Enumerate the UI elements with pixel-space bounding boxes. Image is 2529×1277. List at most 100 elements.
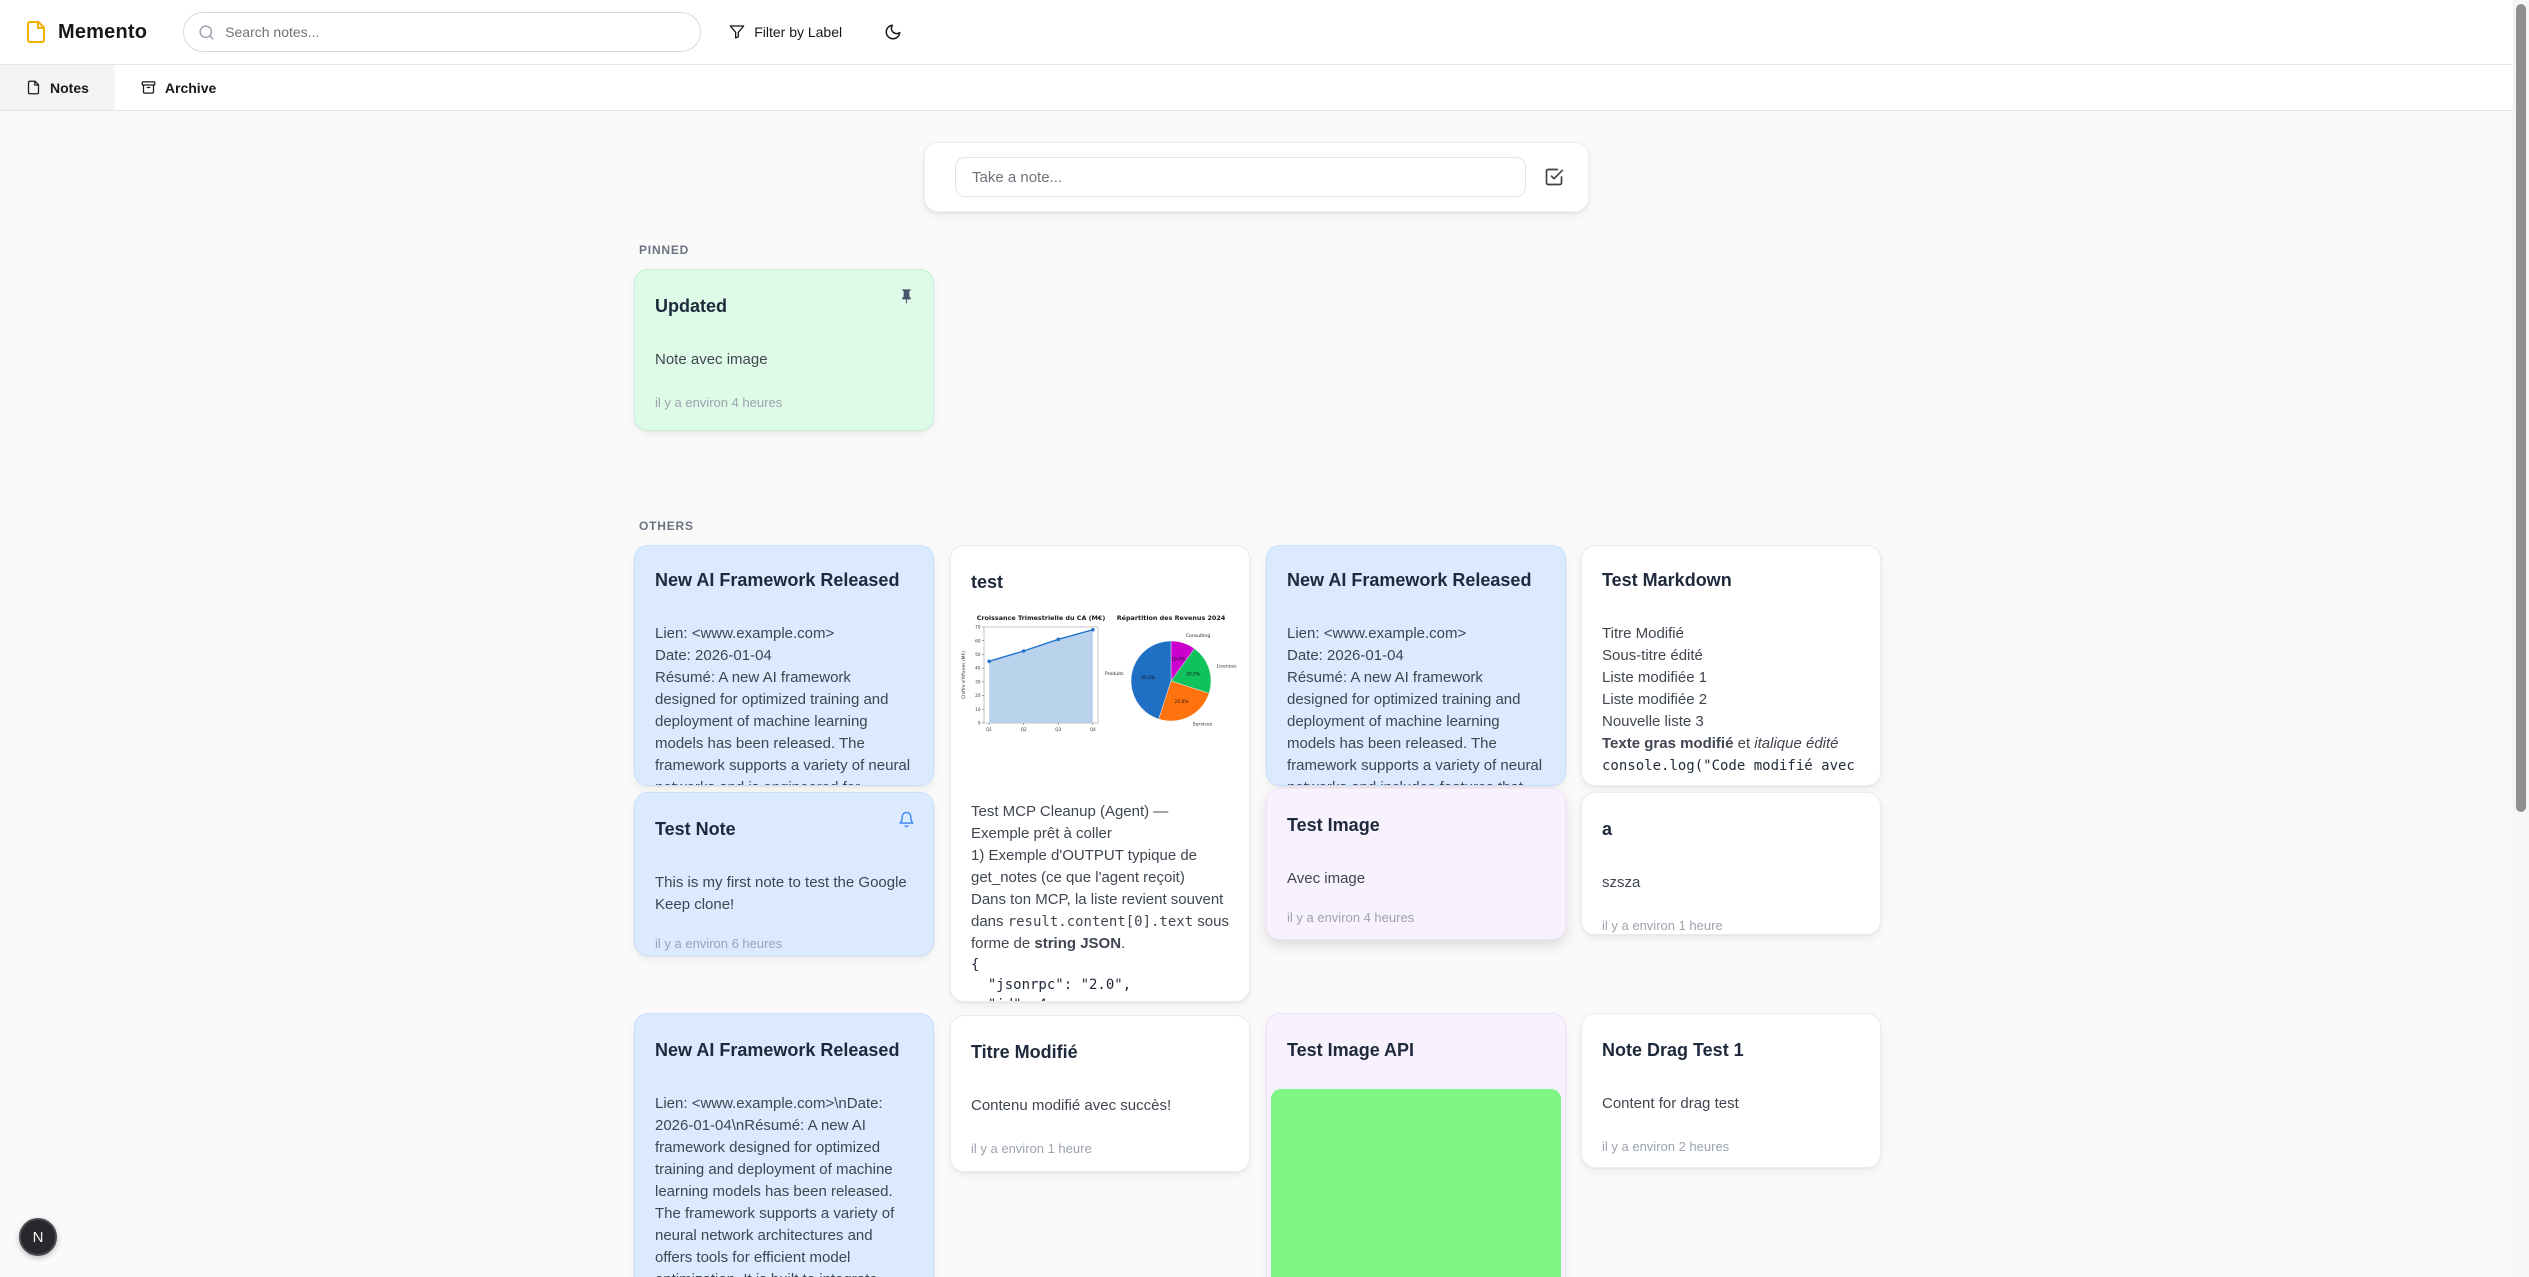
- note-card-test-note[interactable]: Test Note This is my first note to test …: [634, 792, 934, 956]
- note-card-ai-framework-3[interactable]: New AI Framework Released Lien: <www.exa…: [634, 1013, 934, 1277]
- scrollbar-thumb[interactable]: [2516, 4, 2526, 812]
- note-timestamp: il y a environ 6 heures: [655, 936, 913, 951]
- note-title: a: [1602, 817, 1860, 842]
- pinned-section-label: PINNED: [639, 243, 689, 257]
- tab-notes[interactable]: Notes: [0, 65, 115, 110]
- note-body: Contenu modifié avec succès!: [971, 1095, 1229, 1117]
- svg-text:Q1: Q1: [986, 727, 992, 732]
- svg-text:60: 60: [975, 638, 981, 643]
- svg-text:0: 0: [978, 721, 981, 726]
- note-timestamp: il y a environ 4 heures: [655, 395, 913, 410]
- note-paragraph: Dans ton MCP, la liste revient souvent d…: [971, 889, 1229, 955]
- svg-text:Q3: Q3: [1055, 727, 1061, 732]
- tab-archive-label: Archive: [165, 80, 216, 96]
- italic-text: italique édité: [1754, 735, 1838, 752]
- note-title: Note Drag Test 1: [1602, 1038, 1860, 1063]
- note-body: Avec image: [1287, 868, 1545, 890]
- note-line: Titre Modifié: [1602, 623, 1860, 645]
- note-card-ai-framework-2[interactable]: New AI Framework Released Lien: <www.exa…: [1266, 545, 1566, 786]
- svg-text:70: 70: [975, 625, 981, 630]
- note-card-test-image-api[interactable]: Test Image API: [1266, 1013, 1566, 1277]
- memento-file-icon: [24, 20, 48, 44]
- note-card-updated[interactable]: Updated Note avec image il y a environ 4…: [634, 269, 934, 431]
- svg-text:Services: Services: [1193, 721, 1213, 727]
- app-logo: Memento: [24, 20, 147, 44]
- dark-mode-toggle[interactable]: [878, 17, 908, 47]
- search-input[interactable]: [225, 24, 686, 40]
- note-card-note-drag-test-1[interactable]: Note Drag Test 1 Content for drag test i…: [1581, 1013, 1881, 1168]
- avatar-initial: N: [33, 1229, 44, 1246]
- note-title: Test Image API: [1287, 1038, 1545, 1063]
- note-line: Sous-titre édité: [1602, 645, 1860, 667]
- svg-text:30: 30: [975, 679, 981, 684]
- note-title: New AI Framework Released: [655, 1038, 913, 1063]
- note-body: Lien: <www.example.com> Date: 2026-01-04…: [655, 623, 913, 786]
- filter-funnel-icon: [729, 24, 745, 40]
- note-card-ai-framework-1[interactable]: New AI Framework Released Lien: <www.exa…: [634, 545, 934, 786]
- svg-text:20: 20: [975, 693, 981, 698]
- note-body: Content for drag test: [1602, 1093, 1860, 1115]
- note-title: Titre Modifié: [971, 1040, 1229, 1065]
- code-line: console.log("Code modifié avec succès!"): [1602, 755, 1860, 777]
- note-title: Test Markdown: [1602, 568, 1860, 593]
- new-checklist-button[interactable]: [1540, 163, 1568, 191]
- note-line: Texte gras modifié et italique édité: [1602, 733, 1860, 755]
- bold-text: Texte gras modifié: [1602, 735, 1733, 752]
- svg-text:Chiffre d'Affaires (M€): Chiffre d'Affaires (M€): [961, 651, 967, 699]
- svg-text:Q2: Q2: [1021, 727, 1027, 732]
- view-tabs: Notes Archive: [0, 65, 2529, 111]
- take-a-note-input[interactable]: [955, 157, 1526, 197]
- note-paragraph: 1) Exemple d'OUTPUT typique de get_notes…: [971, 845, 1229, 889]
- svg-text:Produits: Produits: [1105, 671, 1124, 677]
- svg-text:50: 50: [975, 652, 981, 657]
- user-avatar[interactable]: N: [19, 1218, 57, 1256]
- svg-text:10.0%: 10.0%: [1171, 656, 1185, 662]
- archive-box-icon: [141, 80, 156, 95]
- svg-text:40: 40: [975, 666, 981, 671]
- svg-text:10: 10: [975, 707, 981, 712]
- note-card-test-image[interactable]: Test Image Avec image il y a environ 4 h…: [1266, 788, 1566, 940]
- svg-text:Croissance Trimestrielle du CA: Croissance Trimestrielle du CA (M€): [977, 614, 1106, 622]
- note-card-test-markdown[interactable]: Test Markdown Titre Modifié Sous-titre é…: [1581, 545, 1881, 786]
- notes-board: PINNED OTHERS Updated Note avec image il…: [0, 111, 2529, 1277]
- svg-text:Licences: Licences: [1217, 664, 1237, 670]
- note-body: Note avec image: [655, 349, 913, 371]
- reminder-bell-icon[interactable]: [898, 811, 915, 833]
- svg-text:Q4: Q4: [1090, 727, 1096, 732]
- scrollbar-track[interactable]: [2513, 0, 2529, 1277]
- note-timestamp: il y a environ 2 heures: [1602, 1139, 1860, 1154]
- svg-text:20.0%: 20.0%: [1186, 671, 1200, 677]
- notes-file-icon: [26, 80, 41, 95]
- note-timestamp: il y a environ 1 heure: [1602, 918, 1860, 933]
- note-composer[interactable]: [924, 142, 1589, 212]
- tab-archive[interactable]: Archive: [115, 65, 242, 110]
- note-charts-figure: Croissance Trimestrielle du CA (M€) 0 10 20…: [958, 611, 1244, 743]
- note-card-titre-modifie[interactable]: Titre Modifié Contenu modifié avec succè…: [950, 1015, 1250, 1172]
- svg-text:Consulting: Consulting: [1186, 633, 1210, 639]
- pin-icon[interactable]: [898, 288, 915, 310]
- search-icon: [198, 24, 215, 41]
- note-body: Test MCP Cleanup (Agent) — Exemple prêt …: [971, 801, 1229, 1002]
- filter-by-label-text: Filter by Label: [754, 24, 842, 40]
- moon-icon: [884, 23, 902, 41]
- note-card-test[interactable]: test Croissance Trimestrielle du CA (M€)…: [950, 545, 1250, 1002]
- note-body: szsza: [1602, 872, 1860, 894]
- note-timestamp: il y a environ 4 heures: [1287, 910, 1545, 925]
- note-line: Liste modifiée 1: [1602, 667, 1860, 689]
- filter-by-label-button[interactable]: Filter by Label: [719, 16, 852, 48]
- note-card-a[interactable]: a szsza il y a environ 1 heure: [1581, 792, 1881, 935]
- svg-text:45.0%: 45.0%: [1141, 675, 1155, 681]
- note-title: New AI Framework Released: [1287, 568, 1545, 593]
- note-body: Titre Modifié Sous-titre édité Liste mod…: [1602, 623, 1860, 777]
- app-header: Memento Filter by Label: [0, 0, 2529, 65]
- search-box[interactable]: [183, 12, 701, 52]
- note-body: This is my first note to test the Google…: [655, 872, 913, 916]
- note-title: test: [971, 570, 1229, 595]
- note-line: Liste modifiée 2: [1602, 689, 1860, 711]
- tab-notes-label: Notes: [50, 80, 89, 96]
- note-image-green[interactable]: [1271, 1089, 1561, 1277]
- note-title: New AI Framework Released: [655, 568, 913, 593]
- bold-text: string JSON: [1034, 935, 1121, 952]
- app-title: Memento: [58, 21, 147, 44]
- others-section-label: OTHERS: [639, 519, 694, 533]
